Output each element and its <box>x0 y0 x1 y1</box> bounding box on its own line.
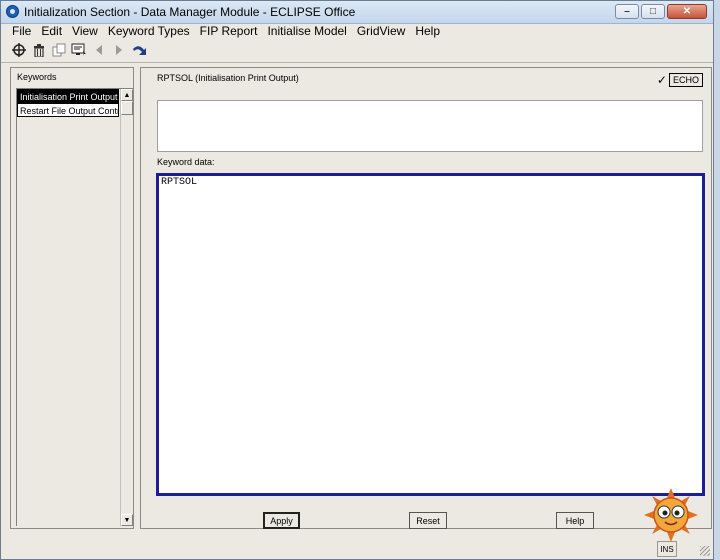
minimize-button[interactable]: – <box>615 4 639 19</box>
close-icon: ✕ <box>682 5 692 17</box>
window-title: Initialization Section - Data Manager Mo… <box>24 5 356 19</box>
list-item-initialisation-print-output[interactable]: Initialisation Print Output <box>17 89 119 103</box>
apply-button[interactable]: Apply <box>263 512 300 529</box>
undo-arrow-icon[interactable] <box>131 42 147 58</box>
checkmark-icon: ✓ <box>656 73 667 87</box>
status-bar: INS <box>1 537 713 559</box>
toolbar-separator <box>1 62 713 63</box>
menu-fip-report[interactable]: FIP Report <box>195 23 263 39</box>
menu-edit[interactable]: Edit <box>36 23 67 39</box>
sun-sticker-icon <box>644 488 698 542</box>
keyword-description-box <box>157 100 703 152</box>
close-button[interactable]: ✕ <box>667 4 707 19</box>
copy-icon[interactable] <box>51 42 67 58</box>
maximize-button[interactable]: □ <box>641 4 665 19</box>
scroll-down-icon: ▼ <box>123 516 131 524</box>
menu-keyword-types[interactable]: Keyword Types <box>103 23 195 39</box>
menu-bar: File Edit View Keyword Types FIP Report … <box>1 23 713 39</box>
screen-icon[interactable] <box>71 42 87 58</box>
echo-button[interactable]: ECHO <box>668 73 703 87</box>
scroll-up-button[interactable]: ▲ <box>121 89 133 101</box>
maximize-icon: □ <box>649 5 657 17</box>
keywords-scrollbar[interactable]: ▲ ▼ <box>120 89 133 526</box>
back-arrow-icon[interactable] <box>91 42 107 58</box>
app-icon <box>6 5 19 18</box>
minimize-icon: – <box>624 5 630 17</box>
menu-view[interactable]: View <box>67 23 103 39</box>
menu-gridview[interactable]: GridView <box>352 23 410 39</box>
keywords-list[interactable]: Initialisation Print Output Restart File… <box>16 88 133 526</box>
trash-icon[interactable] <box>31 42 47 58</box>
keyword-detail-panel: RPTSOL (Initialisation Print Output) ✓ E… <box>140 67 712 529</box>
keywords-label: Keywords <box>17 72 57 82</box>
resize-grip-icon[interactable] <box>700 546 710 556</box>
title-bar: Initialization Section - Data Manager Mo… <box>1 1 713 24</box>
keyword-data-textarea[interactable]: RPTSOL <box>156 173 705 496</box>
window-controls: – □ ✕ <box>615 4 707 19</box>
keyword-data-label: Keyword data: <box>157 157 215 167</box>
crosshair-icon[interactable] <box>11 42 27 58</box>
scroll-up-icon: ▲ <box>123 91 131 99</box>
help-button[interactable]: Help <box>556 512 594 529</box>
menu-file[interactable]: File <box>7 23 36 39</box>
list-item-restart-file-output-control[interactable]: Restart File Output Control <box>17 103 119 117</box>
menu-help[interactable]: Help <box>410 23 445 39</box>
keywords-panel: Keywords Initialisation Print Output Res… <box>10 67 134 529</box>
menu-initialise-model[interactable]: Initialise Model <box>262 23 351 39</box>
toolbar <box>11 41 147 59</box>
keyword-title: RPTSOL (Initialisation Print Output) <box>157 73 299 83</box>
scroll-down-button[interactable]: ▼ <box>121 514 133 526</box>
echo-toggle[interactable]: ✓ ECHO <box>657 73 703 87</box>
main-window: Initialization Section - Data Manager Mo… <box>0 0 714 560</box>
forward-arrow-icon[interactable] <box>111 42 127 58</box>
reset-button[interactable]: Reset <box>409 512 447 529</box>
scroll-thumb[interactable] <box>121 101 133 115</box>
insert-mode-indicator: INS <box>657 541 677 557</box>
